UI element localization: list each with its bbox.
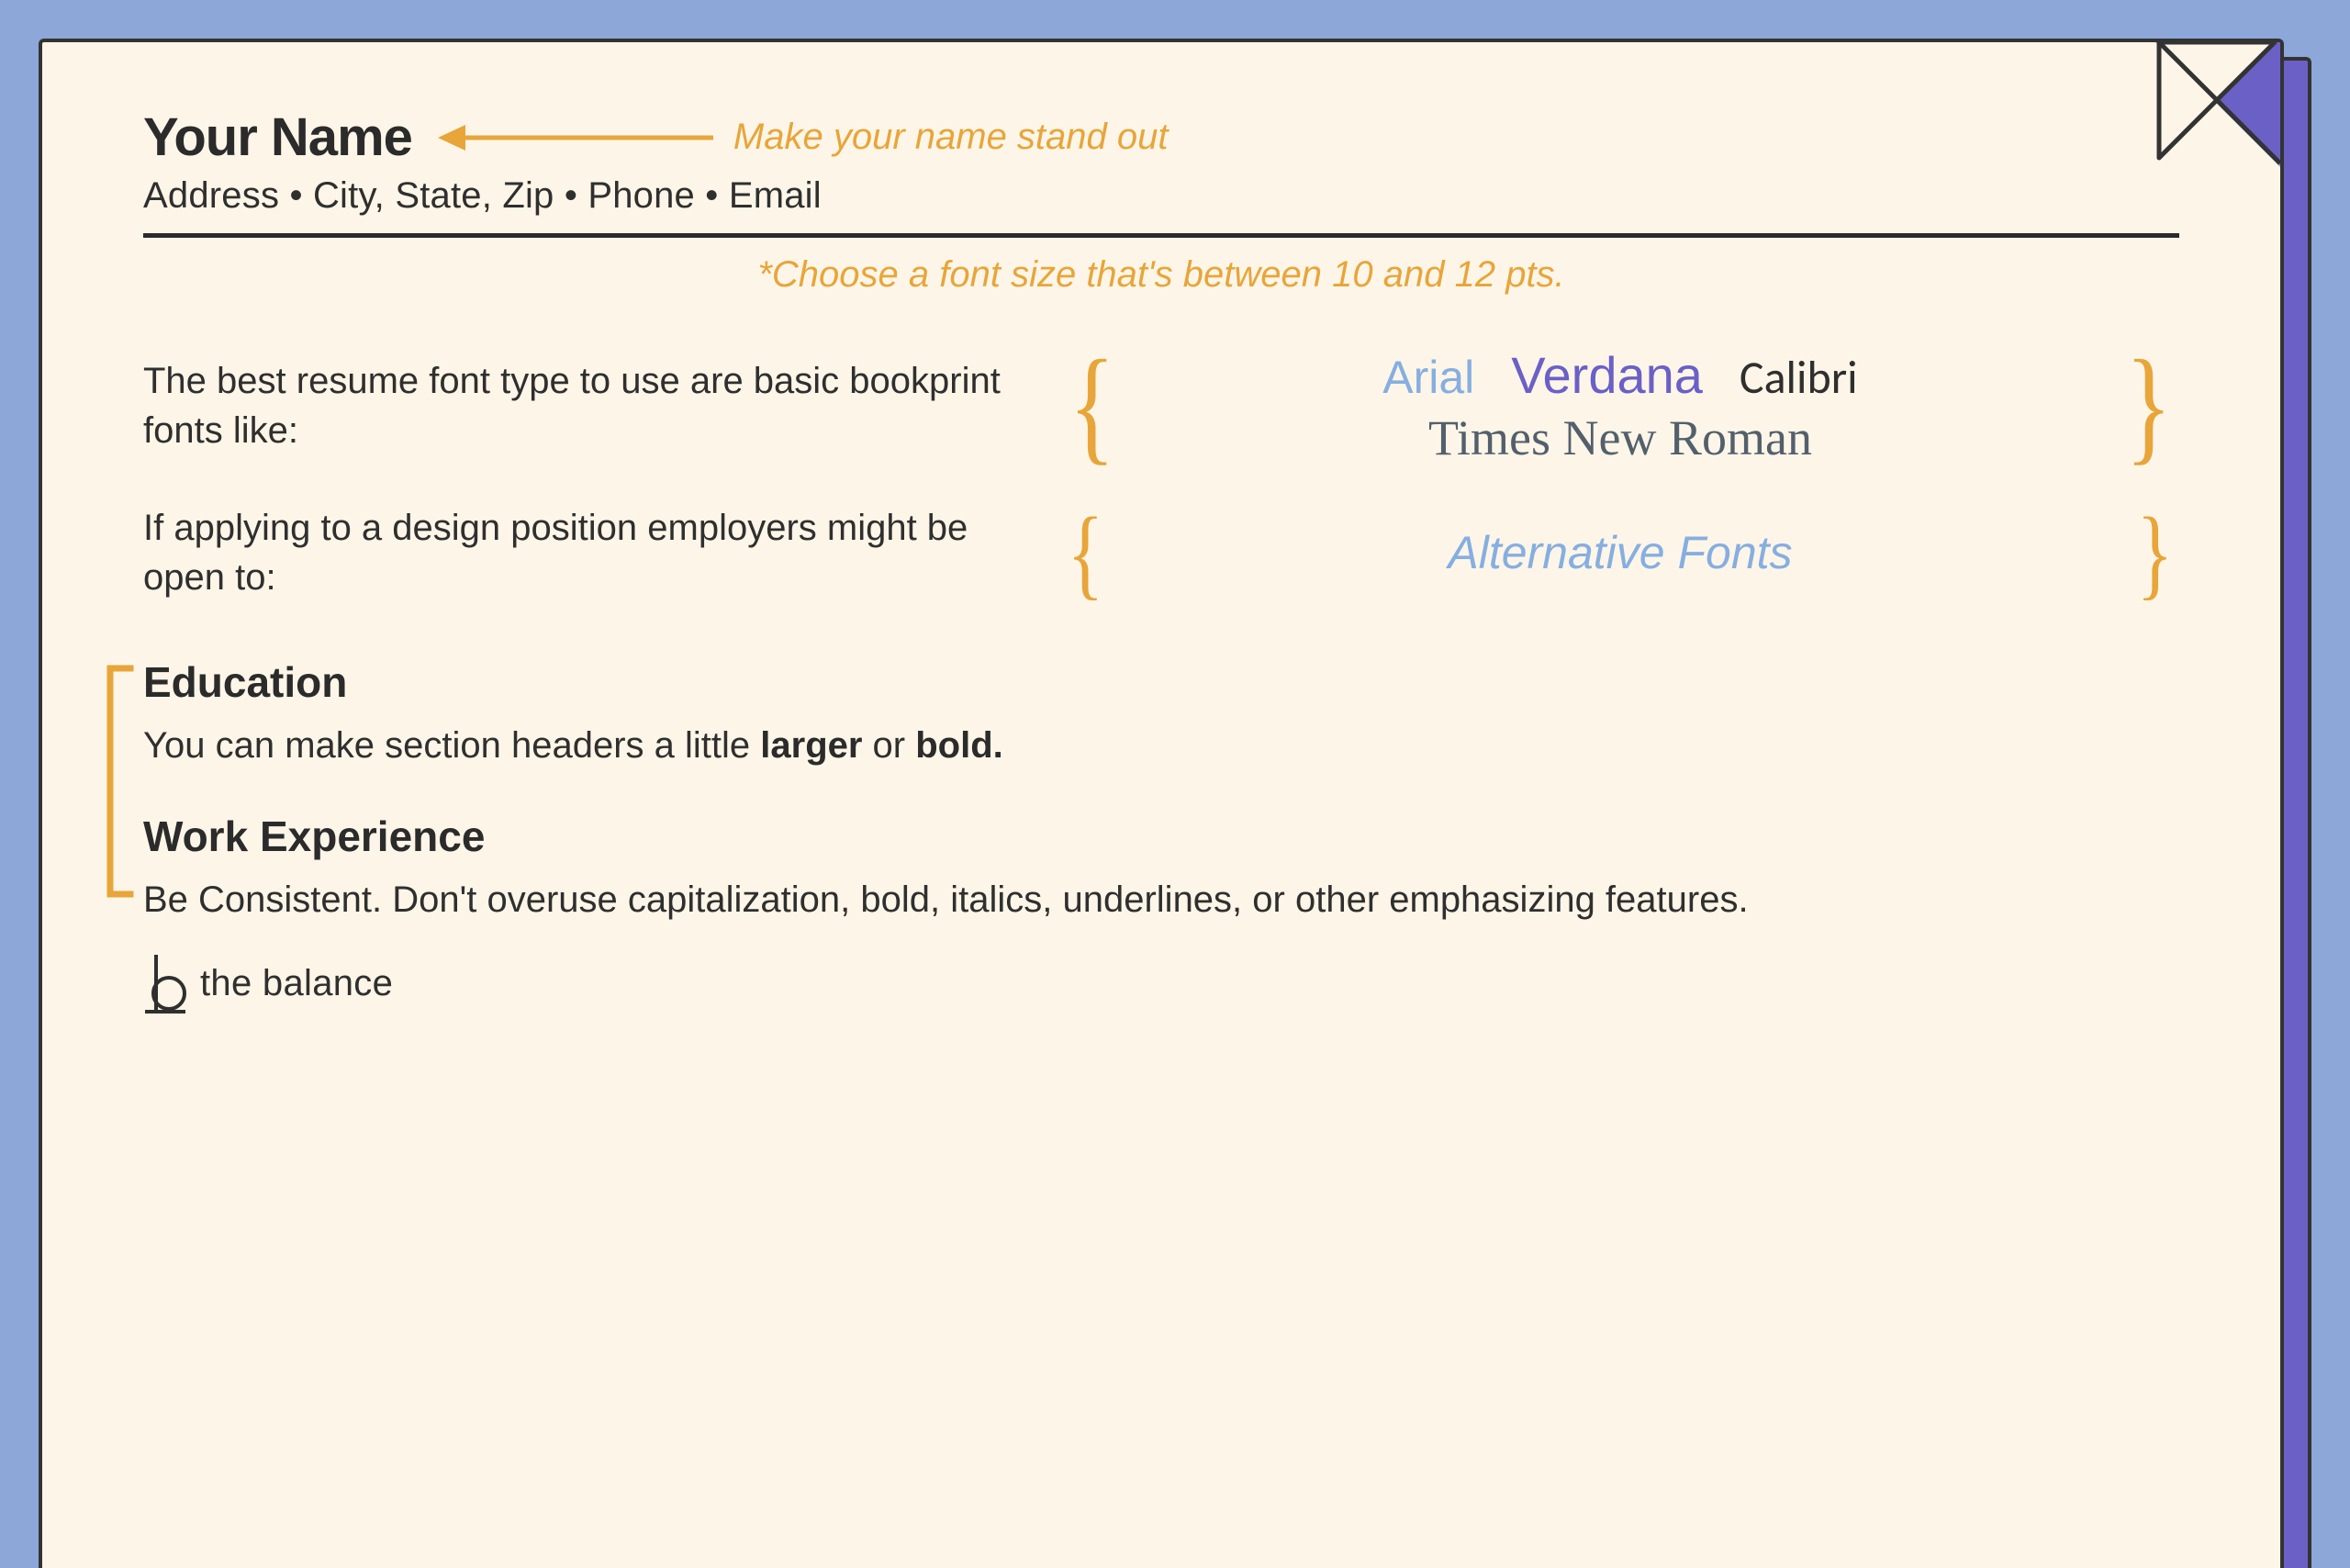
font-sample-alternative: Alternative Fonts bbox=[1448, 526, 1792, 579]
name-callout-text: Make your name stand out bbox=[733, 117, 1169, 158]
education-body: You can make section headers a little la… bbox=[143, 720, 2179, 771]
curly-brace-left-icon: { bbox=[1068, 518, 1104, 588]
curly-brace-left-icon: { bbox=[1069, 361, 1114, 451]
alt-font-sample-wrap: Alternative Fonts bbox=[1132, 522, 2109, 583]
resume-sections: Education You can make section headers a… bbox=[143, 657, 2179, 925]
brand-logo: the balance bbox=[143, 953, 2179, 1014]
alt-font-text: If applying to a design position employe… bbox=[143, 503, 1039, 602]
font-sample-verdana: Verdana bbox=[1511, 345, 1703, 405]
curly-brace-right-icon: } bbox=[2125, 361, 2171, 451]
font-sample-arial: Arial bbox=[1382, 351, 1474, 404]
font-sample-times: Times New Roman bbox=[1428, 409, 1812, 466]
font-size-note: *Choose a font size that's between 10 an… bbox=[143, 254, 2179, 296]
font-sample-calibri: Calibri bbox=[1740, 350, 1858, 406]
balance-logo-icon bbox=[143, 953, 187, 1014]
applicant-name: Your Name bbox=[143, 106, 412, 168]
education-body-mid: or bbox=[862, 725, 915, 766]
folded-corner-icon bbox=[2165, 39, 2284, 158]
brand-logo-text: the balance bbox=[200, 963, 393, 1004]
header-divider bbox=[143, 233, 2179, 238]
alt-font-row: If applying to a design position employe… bbox=[143, 503, 2179, 602]
font-samples: Arial Verdana Calibri Times New Roman bbox=[1145, 342, 2096, 470]
section-bracket-icon bbox=[101, 663, 138, 902]
header-row: Your Name Make your name stand out bbox=[143, 106, 2179, 168]
education-heading: Education bbox=[143, 657, 2179, 707]
work-experience-body: Be Consistent. Don't overuse capitalizat… bbox=[143, 874, 2179, 925]
document-stage: Your Name Make your name stand out Addre… bbox=[39, 39, 2311, 1568]
education-bold-bold: bold. bbox=[915, 725, 1003, 766]
resume-paper: Your Name Make your name stand out Addre… bbox=[39, 39, 2284, 1568]
font-recommendation-row: The best resume font type to use are bas… bbox=[143, 342, 2179, 470]
work-experience-heading: Work Experience bbox=[143, 812, 2179, 861]
education-bold-larger: larger bbox=[760, 725, 862, 766]
education-body-prefix: You can make section headers a little bbox=[143, 725, 760, 766]
name-callout: Make your name stand out bbox=[434, 117, 2179, 158]
font-recommendation-text: The best resume font type to use are bas… bbox=[143, 356, 1039, 455]
curly-brace-right-icon: } bbox=[2137, 518, 2174, 588]
contact-line: Address • City, State, Zip • Phone • Ema… bbox=[143, 175, 2179, 217]
arrow-left-icon bbox=[434, 118, 719, 158]
